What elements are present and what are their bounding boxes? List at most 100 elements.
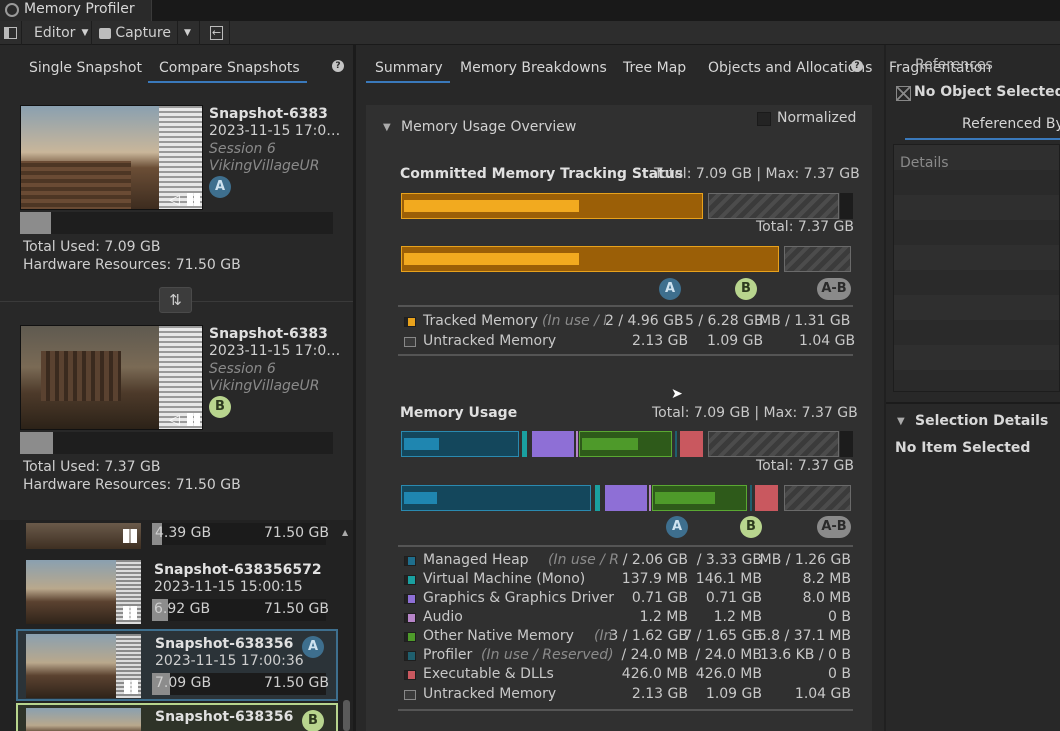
normalized-checkbox[interactable] <box>757 112 771 126</box>
table-row[interactable]: Graphics & Graphics Driver 0.71 GB 0.71 GB… <box>401 590 853 609</box>
list-item-selected-b[interactable]: Snapshot-638356 B <box>16 703 338 731</box>
tab-single-snapshot[interactable]: Single Snapshot <box>29 60 142 76</box>
snapshot-a-usage-bar <box>20 212 333 234</box>
list-item-date: 2023-11-15 17:00:36 <box>155 653 304 669</box>
tab-tree-map[interactable]: Tree Map <box>623 60 686 76</box>
help-icon[interactable]: ? <box>851 60 863 72</box>
details-panel: Details <box>893 144 1060 392</box>
tab-objects-and-allocations[interactable]: Objects and Allocations <box>708 60 872 76</box>
row-b: / 3.33 GB <box>696 552 762 568</box>
row-b: 1.2 MB <box>713 609 762 625</box>
committed-bar-b[interactable] <box>401 246 779 272</box>
snapshot-b-usage-bar <box>20 432 333 454</box>
row-diff: 0 B <box>828 609 851 625</box>
usage-native-a[interactable] <box>579 431 672 457</box>
table-row[interactable]: Tracked Memory (In use / R 2 / 4.96 GB 5… <box>401 313 853 332</box>
list-item-name: Snapshot-638356 <box>155 709 294 725</box>
capture-button[interactable]: Capture <box>93 21 178 45</box>
table-row[interactable]: Executable & DLLs 426.0 MB 426.0 MB 0 B <box>401 666 853 685</box>
usage-graphics-a[interactable] <box>532 431 574 457</box>
usage-native-b[interactable] <box>652 485 747 511</box>
list-item-hw: 71.50 GB <box>264 675 329 691</box>
window-tab[interactable]: Memory Profiler <box>0 0 152 21</box>
active-tab-indicator <box>905 138 1060 140</box>
usage-untracked-b[interactable] <box>784 485 851 511</box>
row-diff: 13.6 KB / 0 B <box>760 647 851 663</box>
usage-managed-a[interactable] <box>401 431 519 457</box>
help-icon[interactable]: ? <box>332 60 344 72</box>
selection-details-title: Selection Details <box>915 413 1049 429</box>
table-row[interactable]: Untracked Memory 2.13 GB 1.09 GB 1.04 GB <box>401 686 853 705</box>
windows-logo-icon <box>123 529 137 543</box>
editor-dropdown[interactable]: Editor ▼ <box>24 21 92 45</box>
committed-bar-a[interactable] <box>401 193 703 219</box>
active-tab-indicator <box>366 81 450 83</box>
sidebar-toggle-button[interactable] <box>0 21 22 45</box>
usage-exe-a[interactable] <box>680 431 703 457</box>
unchecked-box-icon <box>896 86 911 101</box>
table-row[interactable]: Profiler (In use / Reserved) / 24.0 MB / 24… <box>401 647 853 666</box>
tab-summary[interactable]: Summary <box>375 60 443 76</box>
row-diff: 8.2 MB <box>802 571 851 587</box>
row-label: Executable & DLLs <box>423 666 554 682</box>
capture-dropdown-button[interactable]: ▼ <box>178 21 200 45</box>
snapshot-a-total-used: Total Used: 7.09 GB <box>23 239 161 255</box>
tab-compare-snapshots[interactable]: Compare Snapshots <box>159 60 300 76</box>
usage-vm-b[interactable] <box>595 485 600 511</box>
collapse-icon[interactable]: ▼ <box>897 416 905 427</box>
snapshot-b-badge: B <box>209 396 231 418</box>
title-bar <box>0 0 1060 21</box>
committed-untracked-a[interactable] <box>708 193 839 219</box>
table-row[interactable]: Audio 1.2 MB 1.2 MB 0 B <box>401 609 853 628</box>
row-sub: (In use / R <box>542 313 606 329</box>
usage-title: Memory Usage <box>400 405 518 421</box>
legend-swatch <box>404 690 416 700</box>
legend-swatch <box>404 613 416 623</box>
collapse-icon[interactable]: ▼ <box>383 122 391 133</box>
list-item[interactable]: 4.39 GB 71.50 GB <box>26 523 329 549</box>
row-label: Profiler <box>423 647 473 663</box>
row-a: 0.71 GB <box>631 590 688 606</box>
table-row[interactable]: Untracked Memory 2.13 GB 1.09 GB 1.04 GB <box>401 333 855 352</box>
no-object-label: No Object Selected <box>914 84 1060 100</box>
list-item-selected-a[interactable]: Snapshot-638356 A 2023-11-15 17:00:36 7.… <box>16 629 338 701</box>
usage-bar-total: Total: 7.37 GB <box>756 458 854 474</box>
snapshot-a-badge: A <box>209 176 231 198</box>
usage-graphics-b[interactable] <box>605 485 647 511</box>
table-row[interactable]: Managed Heap (In use / Rese/ 2.06 GB / 3.3… <box>401 552 853 571</box>
usage-managed-b[interactable] <box>401 485 591 511</box>
snapshot-b-session: Session 6 <box>209 361 276 377</box>
row-a: 2 / 4.96 GB <box>605 313 684 329</box>
snapshot-a-hardware: Hardware Resources: 71.50 GB <box>23 257 241 273</box>
profiler-icon <box>5 3 19 17</box>
legend-swatch <box>404 317 416 327</box>
list-scrollbar[interactable]: ▲ <box>341 525 351 731</box>
row-sub: (In use / Rese <box>548 552 618 568</box>
row-b: 426.0 MB <box>695 666 762 682</box>
swap-snapshots-button[interactable]: ⇅ <box>159 287 192 313</box>
row-diff: 1.04 GB <box>794 686 851 702</box>
snapshot-b-thumbnail[interactable]: ◁ <box>20 325 203 430</box>
details-label: Details <box>900 155 949 171</box>
usage-exe-b[interactable] <box>755 485 778 511</box>
usage-untracked-a[interactable] <box>708 431 839 457</box>
tab-memory-breakdowns[interactable]: Memory Breakdowns <box>460 60 607 76</box>
import-button[interactable]: ← <box>204 21 230 45</box>
row-a: 3 / 1.62 GB <box>609 628 688 644</box>
list-item[interactable]: Snapshot-638356572 2023-11-15 15:00:15 6… <box>26 558 329 624</box>
table-row[interactable]: Virtual Machine (Mono) 137.9 MB 146.1 MB 8.… <box>401 571 853 590</box>
tab-referenced-by[interactable]: Referenced By <box>962 116 1060 132</box>
row-diff: MB / 1.31 GB <box>759 313 851 329</box>
editor-label: Editor <box>34 25 76 41</box>
no-item-label: No Item Selected <box>895 440 1031 456</box>
usage-vm-a[interactable] <box>522 431 527 457</box>
active-tab-indicator <box>148 81 307 83</box>
row-label: Graphics & Graphics Driver <box>423 590 614 606</box>
legend-swatch <box>404 651 416 661</box>
scroll-up-icon: ▲ <box>342 528 349 537</box>
legend-swatch <box>404 556 416 566</box>
chevron-down-icon: ▼ <box>184 28 191 38</box>
table-row[interactable]: Other Native Memory(In use3 / 1.62 GB7 /… <box>401 628 853 647</box>
committed-untracked-b[interactable] <box>784 246 851 272</box>
snapshot-a-thumbnail[interactable]: ◁ <box>20 105 203 210</box>
